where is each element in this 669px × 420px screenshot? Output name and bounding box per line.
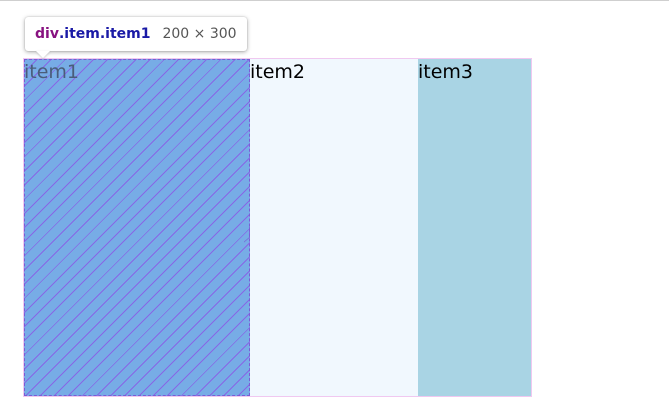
- item-1[interactable]: item1: [24, 59, 250, 396]
- tooltip-arrow: [36, 51, 50, 58]
- item-2-label: item2: [250, 61, 306, 83]
- element-inspector-tooltip: div .item.item1 200 × 300: [25, 17, 247, 58]
- flex-container: item1 item2 item3: [23, 58, 532, 397]
- tooltip-element-size: 200 × 300: [162, 26, 237, 42]
- item-1-label: item1: [24, 61, 80, 83]
- tooltip-tag-name: div: [35, 26, 59, 42]
- item-3[interactable]: item3: [418, 59, 531, 396]
- tooltip-class-selector: .item.item1: [58, 26, 151, 42]
- page-viewport: div .item.item1 200 × 300 item1 item2 ite…: [0, 0, 669, 420]
- resize-handle-icon: [244, 226, 250, 243]
- item-3-label: item3: [418, 61, 474, 83]
- item-2[interactable]: item2: [250, 59, 418, 396]
